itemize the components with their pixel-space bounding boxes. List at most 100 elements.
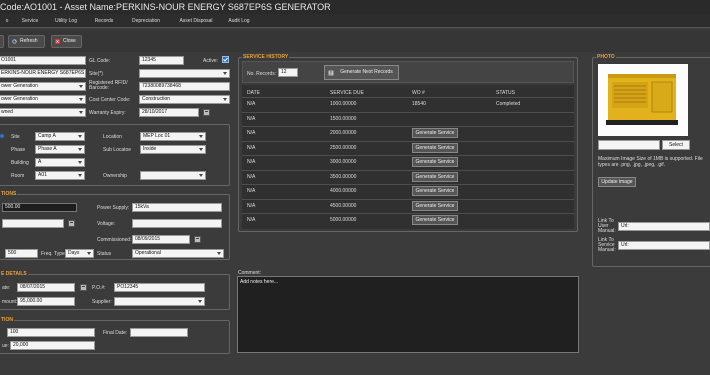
po-field[interactable]: PO12345 [114,283,205,292]
amount-label: mount: [2,299,18,305]
generator-photo [598,64,688,136]
specs-calendar-icon[interactable] [68,220,75,227]
window-title: Code:AO1001 - Asset Name:PERKINS-NOUR EN… [0,0,710,14]
photo-file-field[interactable] [598,140,660,150]
table-row-divider [242,126,574,127]
close-button[interactable]: Close [51,35,82,48]
col-header-wo: WO # [412,90,425,96]
building-label: Building [11,160,29,166]
location-select[interactable]: MEP Loc 01 [140,132,206,141]
generate-next-records-button[interactable]: Generate Next Records [324,65,399,80]
site-required-select[interactable] [139,69,230,78]
specs-date-field[interactable] [2,219,64,228]
amount-field[interactable]: 95,000.00 [17,297,75,306]
tab-records[interactable]: Records [86,14,122,28]
service-manual-field[interactable]: Url: [618,241,710,250]
active-checkbox[interactable] [222,56,229,63]
toolbar: Refresh Close [0,30,710,52]
site-select[interactable]: Camp A [35,132,85,141]
close-icon [55,39,60,44]
row-date: N/A [247,116,256,122]
commissioned-field[interactable]: 08/09/2015 [132,235,190,244]
warranty-label: Warranty Expiry: [89,110,126,116]
supplier-select[interactable] [114,297,205,306]
generate-service-button[interactable]: Generate Service [412,143,458,153]
tab-service[interactable]: Service [14,14,46,28]
select-photo-button[interactable]: Select [662,140,690,150]
tab-depreciation[interactable]: Depreciation [122,14,170,28]
depreciation-rate-field[interactable]: 100 [7,328,95,337]
freq-type-select[interactable]: Days [65,249,94,258]
row-service-due: 4500.00000 [330,203,357,209]
service-history-table [242,85,574,229]
row-status: Completed [496,101,521,107]
generate-service-button[interactable]: Generate Service [412,201,458,211]
row-service-due: 3000.00000 [330,159,357,165]
frequency-field[interactable]: 500 [5,249,38,258]
generate-service-button[interactable]: Generate Service [412,172,458,182]
asset-name-field[interactable]: ERKINS-NOUR ENERGY S687EP6S GEN [0,69,86,78]
photo-title: PHOTO [596,54,616,60]
col-header-status: STATUS [496,90,515,96]
no-records-label: No. Records: [247,71,277,77]
ownership-select[interactable] [140,171,206,180]
depreciation-title: TION [0,317,14,323]
refresh-icon [12,39,17,44]
update-image-button[interactable]: Update image [598,177,636,187]
voltage-field[interactable] [132,219,222,228]
table-row-divider [242,141,574,142]
building-select[interactable]: A [35,158,85,167]
power-supply-field[interactable]: 15kVa [132,203,222,212]
final-date-label: Final Date: [103,330,128,336]
final-date-field[interactable] [130,328,188,337]
comment-textarea[interactable]: Add notes here... [237,276,579,353]
table-row-divider [242,112,574,113]
phase-select[interactable]: Phase A [35,145,85,154]
specs-title: TIONS [0,191,18,197]
generate-service-button[interactable]: Generate Service [412,128,458,138]
site-required-label: Site(*) [89,71,103,77]
category2-select[interactable]: ower Generation [0,95,86,104]
row-wo: 18540 [412,101,426,107]
category1-select[interactable]: ower Generation [0,82,86,91]
gl-code-field[interactable]: 12345 [139,56,184,65]
generate-service-button[interactable]: Generate Service [412,215,458,225]
save-button[interactable] [0,35,4,48]
row-date: N/A [247,130,256,136]
refresh-button[interactable]: Refresh [8,35,45,48]
generate-service-button[interactable]: Generate Service [412,157,458,167]
status-label: Status [97,251,112,257]
specs-value-field[interactable]: 500.00 [2,203,77,212]
warranty-field[interactable]: 28/10/2017 [139,108,199,117]
table-row-divider [242,97,574,98]
row-date: N/A [247,145,256,151]
row-service-due: 5000.00000 [330,217,357,223]
tab-audit-log[interactable]: Audit Log [222,14,256,28]
ownership-type-select[interactable]: wned [0,108,86,117]
sublocation-select[interactable]: Inside [140,145,206,154]
room-select[interactable]: A01 [35,171,85,180]
active-label: Active: [203,58,219,64]
site-label: Site [11,134,20,140]
status-select[interactable]: Operational [132,249,224,258]
depreciation-value-field[interactable]: 20,000 [10,341,95,350]
close-label: Close [63,38,76,44]
commissioned-calendar-icon[interactable] [194,236,201,243]
purchase-calendar-icon[interactable] [80,284,87,291]
tab-asset-disposal[interactable]: Asset Disposal [170,14,222,28]
user-manual-field[interactable]: Url: [618,222,710,231]
cost-center-select[interactable]: Construction [139,95,230,104]
rfid-field[interactable]: 72380089738468 [139,82,230,91]
warranty-calendar-icon[interactable] [203,109,210,116]
purchase-date-field[interactable]: 08/07/2015 [17,283,75,292]
room-label: Room [11,173,25,179]
no-records-field[interactable]: 12 [278,68,298,77]
asset-code-field[interactable]: O1001 [0,56,86,65]
refresh-label: Refresh [20,38,38,44]
generate-service-button[interactable]: Generate Service [412,186,458,196]
ownership-label: Ownership [103,173,127,179]
tab-utility-log[interactable]: Utility Log [46,14,86,28]
tab-info[interactable]: o [0,14,14,28]
purchase-title: E DETAILS [0,271,28,277]
depreciation-value-label: ue: [2,343,9,349]
